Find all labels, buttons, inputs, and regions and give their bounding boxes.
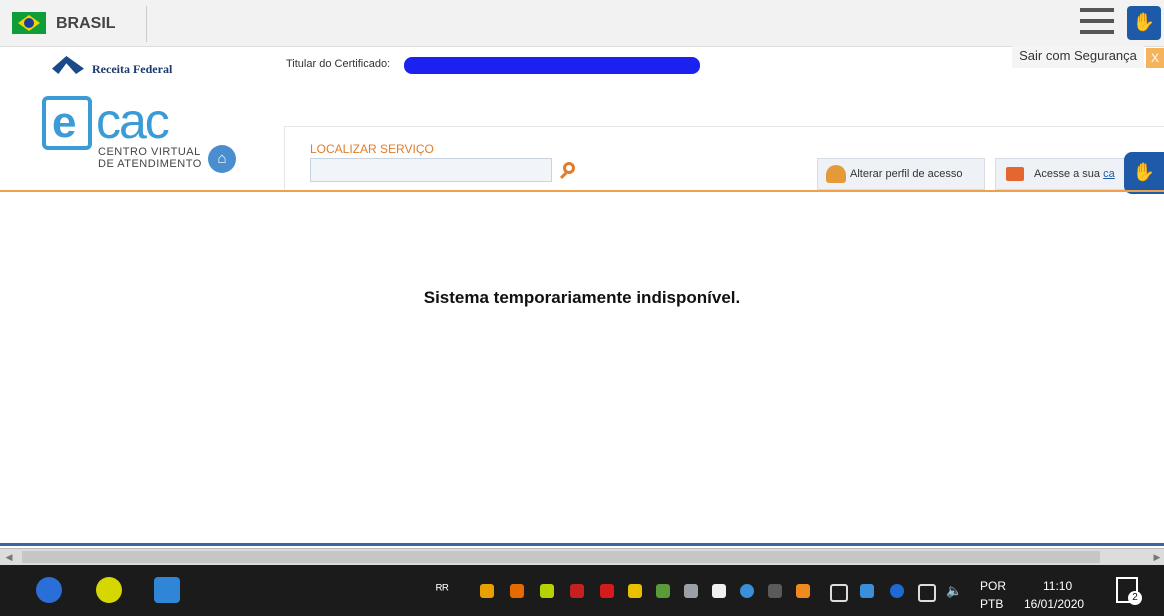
search-icon[interactable] <box>563 162 575 174</box>
scroll-right-icon[interactable]: ▶ <box>1150 549 1164 565</box>
volume-icon[interactable]: 🔈 <box>946 583 962 599</box>
tray-sync-icon[interactable] <box>740 584 754 598</box>
tray-app3-icon[interactable] <box>860 584 874 598</box>
input-language[interactable]: POR <box>980 579 1006 593</box>
ecac-tagline-2: DE ATENDIMENTO <box>98 158 202 170</box>
search-input[interactable] <box>310 158 552 182</box>
tray-app2-icon[interactable] <box>796 584 810 598</box>
accessibility-hand-icon[interactable]: ✋ <box>1127 6 1161 40</box>
clock-date[interactable]: 16/01/2020 <box>1024 597 1084 611</box>
ecac-logo-text: cac <box>96 93 170 149</box>
home-icon[interactable]: ⌂ <box>208 145 236 173</box>
keyboard-layout[interactable]: PTB <box>980 597 1003 611</box>
change-profile-label: Alterar perfil de acesso <box>850 168 963 180</box>
status-message: Sistema temporariamente indisponível. <box>423 288 741 307</box>
windows-taskbar: ᴿᴿ 🔈 POR PTB 11:10 16/01/2020 2 <box>0 565 1164 616</box>
tray-link-icon[interactable] <box>768 584 782 598</box>
close-button[interactable]: X <box>1146 48 1164 68</box>
hamburger-menu-icon[interactable] <box>1080 8 1114 38</box>
app-window-icon[interactable] <box>154 577 180 603</box>
header-divider <box>0 190 1164 192</box>
tray-hp-icon[interactable] <box>890 584 904 598</box>
notification-count: 2 <box>1128 591 1142 605</box>
tray-pdf-icon[interactable] <box>600 584 614 598</box>
mail-icon <box>1006 167 1024 182</box>
profile-icon <box>826 165 846 184</box>
divider <box>146 6 147 42</box>
redacted-certificate-holder <box>404 57 700 74</box>
scrollbar-thumb[interactable] <box>22 551 1100 563</box>
spv-app-icon[interactable] <box>36 577 62 603</box>
tray-display-icon[interactable] <box>918 584 936 602</box>
tray-app-icon[interactable] <box>510 584 524 598</box>
gov-bar: BRASIL ✋ <box>0 0 1164 47</box>
tray-usb-icon[interactable] <box>830 584 848 602</box>
tray-gear-icon[interactable] <box>540 584 554 598</box>
tray-shield-icon[interactable] <box>480 584 494 598</box>
horizontal-scrollbar[interactable]: ◀ ▶ <box>0 548 1164 565</box>
certificate-label: Titular do Certificado: <box>286 58 391 70</box>
page-footer-line <box>0 543 1164 546</box>
tray-check-icon[interactable] <box>656 584 670 598</box>
tray-cloud-icon[interactable] <box>712 584 726 598</box>
tray-network-icon[interactable] <box>684 584 698 598</box>
mailbox-prefix: Acesse a sua <box>1034 168 1104 180</box>
accessibility-hand-icon[interactable]: ✋ <box>1124 152 1164 194</box>
logout-button[interactable]: Sair com Segurança <box>1012 46 1144 68</box>
tray-mail-icon[interactable] <box>628 584 642 598</box>
clock-time[interactable]: 11:10 <box>1043 579 1072 593</box>
change-profile-button[interactable]: Alterar perfil de acesso <box>817 158 985 190</box>
people-icon[interactable]: ᴿᴿ <box>436 581 449 597</box>
mailbox-link[interactable]: ca <box>1103 168 1115 180</box>
app-gear-icon[interactable] <box>96 577 122 603</box>
tray-shield-x-icon[interactable] <box>570 584 584 598</box>
country-label[interactable]: BRASIL <box>56 15 116 33</box>
brand-text: Receita Federal <box>92 62 173 76</box>
search-label: LOCALIZAR SERVIÇO <box>310 142 434 156</box>
brazil-flag-icon <box>12 12 46 34</box>
scroll-left-icon[interactable]: ◀ <box>2 549 16 565</box>
ecac-logo-icon: e <box>42 96 92 150</box>
ecac-tagline-1: CENTRO VIRTUAL <box>98 146 201 158</box>
